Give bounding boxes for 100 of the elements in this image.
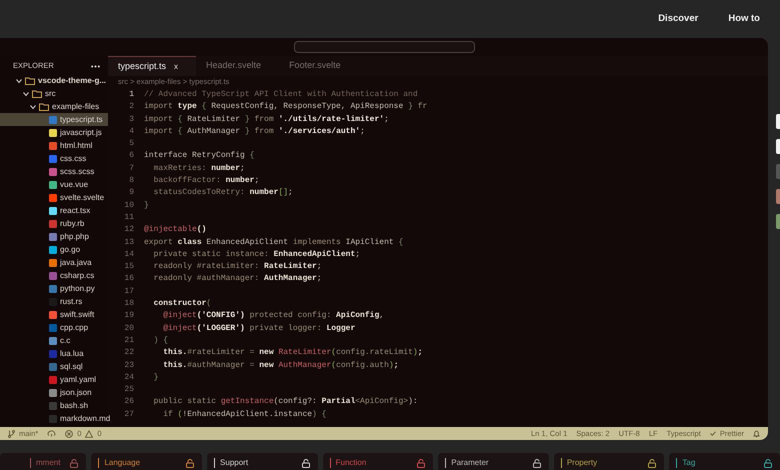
line-number: 13 bbox=[123, 236, 135, 249]
nav-link[interactable]: Discover bbox=[658, 12, 698, 26]
token-card[interactable]: Parameter bbox=[438, 453, 549, 470]
warning-icon bbox=[85, 430, 94, 438]
line-number: 26 bbox=[123, 396, 135, 408]
line-number: 22 bbox=[123, 347, 135, 360]
code-line: import { RateLimiter } from './utils/rate-limiter'; bbox=[144, 114, 389, 126]
line-number: 3 bbox=[128, 114, 135, 126]
file-item[interactable]: cpp.cpp bbox=[0, 321, 108, 334]
panel-edge bbox=[776, 114, 780, 129]
code-line: // Advanced TypeScript API Client with Authentication and bbox=[144, 89, 418, 101]
file-item[interactable]: csharp.cs bbox=[0, 269, 108, 282]
line-number: 9 bbox=[128, 187, 135, 200]
code-line: maxRetries: number; bbox=[152, 162, 245, 175]
line-number: 6 bbox=[128, 150, 135, 162]
file-item[interactable]: swift.swift bbox=[0, 308, 108, 321]
file-item[interactable]: typescript.ts bbox=[0, 113, 108, 126]
sync-icon[interactable] bbox=[47, 430, 56, 437]
code-line: @inject('CONFIG') protected config: ApiConfig, bbox=[162, 310, 384, 322]
lock-icon[interactable] bbox=[302, 458, 310, 468]
token-card[interactable]: Language bbox=[91, 453, 202, 470]
line-number: 10 bbox=[123, 200, 135, 212]
line-number: 12 bbox=[123, 224, 135, 236]
line-number: 1 bbox=[128, 89, 135, 101]
code-line: constructor( bbox=[152, 298, 212, 310]
file-item[interactable]: css.css bbox=[0, 152, 108, 165]
code-line: if (!EnhancedApiClient.instance) { bbox=[162, 408, 326, 421]
code-line: @inject('LOGGER') private logger: Logger bbox=[162, 322, 356, 335]
code-line: ) { bbox=[152, 334, 168, 347]
command-search-field[interactable] bbox=[294, 41, 474, 53]
file-item[interactable]: rust.rs bbox=[0, 295, 108, 308]
file-item[interactable]: markdown.md bbox=[0, 412, 108, 425]
code-line: readonly #rateLimiter: RateLimiter; bbox=[152, 261, 322, 274]
editor-tab[interactable]: typescript.ts x bbox=[108, 56, 196, 76]
lock-icon[interactable] bbox=[764, 458, 772, 468]
file-item[interactable]: sql.sql bbox=[0, 360, 108, 373]
lock-icon[interactable] bbox=[648, 458, 656, 468]
file-item[interactable]: lua.lua bbox=[0, 347, 108, 360]
file-item[interactable]: html.html bbox=[0, 139, 108, 152]
code-line: backoffFactor: number; bbox=[152, 175, 260, 188]
code-line: } bbox=[152, 372, 158, 384]
file-item[interactable]: scss.scss bbox=[0, 165, 108, 178]
line-number: 20 bbox=[123, 322, 135, 335]
token-card[interactable]: Property bbox=[554, 453, 664, 470]
file-item[interactable]: python.py bbox=[0, 282, 108, 295]
panel-edge bbox=[776, 189, 780, 204]
line-number: 23 bbox=[123, 360, 135, 372]
folder-item[interactable]: example-files bbox=[0, 100, 108, 113]
line-number: 16 bbox=[123, 273, 135, 286]
panel-edge bbox=[776, 139, 780, 154]
folder-item[interactable]: src bbox=[0, 87, 108, 100]
lock-icon[interactable] bbox=[532, 458, 541, 468]
file-item[interactable]: svelte.svelte bbox=[0, 191, 108, 204]
branch-icon bbox=[8, 430, 15, 438]
line-number: 21 bbox=[123, 334, 135, 347]
file-item[interactable]: java.java bbox=[0, 256, 108, 269]
file-item[interactable]: yaml.yaml bbox=[0, 373, 108, 386]
code-line: } bbox=[144, 200, 149, 212]
file-item[interactable]: bash.sh bbox=[0, 399, 108, 412]
code-line: import type { RequestConfig, ResponseType, ApiResponse } fr bbox=[144, 101, 428, 114]
line-number: 4 bbox=[128, 126, 135, 138]
line-number: 8 bbox=[128, 175, 135, 188]
code-line: public static getInstance(config?: Partial<ApiConfig>): bbox=[152, 396, 419, 408]
file-item[interactable]: c.c bbox=[0, 334, 108, 347]
file-item[interactable]: javascript.js bbox=[0, 126, 108, 139]
code-line: private static instance: EnhancedApiClient; bbox=[152, 248, 360, 261]
file-item[interactable]: json.json bbox=[0, 386, 108, 399]
lock-icon[interactable] bbox=[186, 458, 194, 468]
bell-icon[interactable] bbox=[753, 430, 760, 438]
code-line: readonly #authManager: AuthManager; bbox=[152, 273, 322, 286]
line-number: 2 bbox=[128, 101, 135, 114]
line-number: 19 bbox=[123, 310, 135, 322]
close-icon[interactable]: x bbox=[174, 60, 178, 72]
token-card[interactable]: Tag bbox=[669, 453, 780, 470]
nav-link[interactable]: How to bbox=[728, 12, 760, 26]
check-icon bbox=[710, 431, 716, 436]
file-item[interactable]: go.go bbox=[0, 243, 108, 256]
file-item[interactable]: react.tsx bbox=[0, 204, 108, 217]
file-item[interactable]: ruby.rb bbox=[0, 217, 108, 230]
line-number: 5 bbox=[128, 138, 135, 150]
folder-item[interactable]: vscode-theme-g... bbox=[0, 74, 108, 87]
error-icon bbox=[65, 430, 74, 438]
code-line: interface RetryConfig { bbox=[144, 150, 254, 162]
editor-tab[interactable]: Footer.svelte bbox=[279, 56, 359, 76]
line-number: 7 bbox=[128, 162, 135, 175]
line-number: 17 bbox=[123, 286, 135, 298]
line-number: 11 bbox=[123, 212, 135, 224]
token-card[interactable]: Support bbox=[207, 453, 318, 470]
code-line: import { AuthManager } from './services/auth'; bbox=[144, 126, 365, 138]
line-number: 24 bbox=[123, 372, 135, 384]
editor-tab[interactable]: Header.svelte bbox=[196, 56, 280, 76]
code-line: statusCodesToRetry: number[]; bbox=[152, 187, 293, 200]
more-icon[interactable] bbox=[91, 64, 100, 68]
code-line: this.#authManager = new AuthManager(config.auth); bbox=[162, 360, 398, 372]
file-item[interactable]: vue.vue bbox=[0, 178, 108, 191]
token-card[interactable]: Function bbox=[322, 453, 434, 470]
line-number: 14 bbox=[123, 248, 135, 261]
line-number: 15 bbox=[123, 261, 135, 274]
file-item[interactable]: php.php bbox=[0, 230, 108, 243]
line-number: 25 bbox=[123, 384, 135, 396]
